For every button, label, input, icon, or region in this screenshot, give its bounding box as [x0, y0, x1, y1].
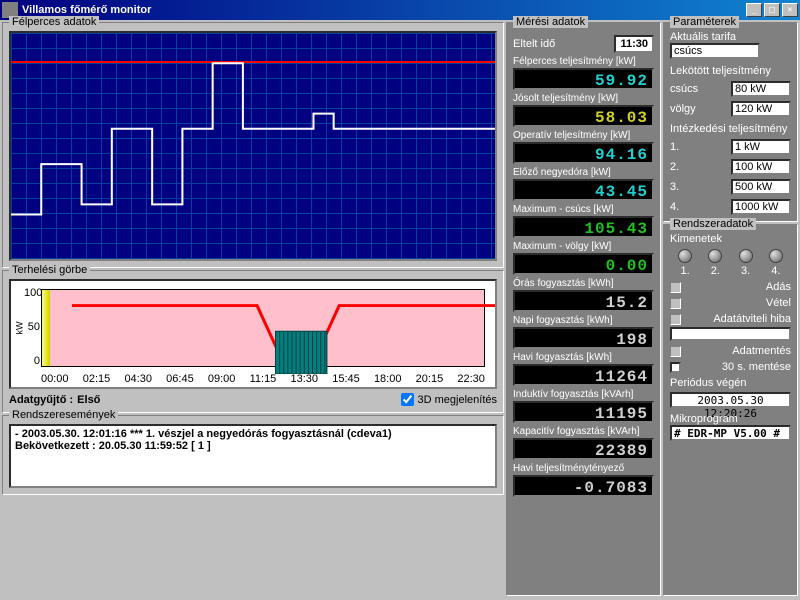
save30-checkbox[interactable] [670, 362, 681, 373]
microprogram-field: # EDR-MP V5.00 # [670, 425, 791, 441]
collector-label: Adatgyűjtő : [9, 394, 73, 406]
level3-field[interactable] [731, 179, 791, 195]
event-line: Bekövetkezett : 20.05.30 11:59:52 [ 1 ] [15, 440, 491, 452]
measure-label: Előző negyedóra [kW] [513, 167, 654, 178]
action-label: Intézkedési teljesítmény [670, 123, 791, 135]
measure-value: 43.45 [513, 179, 654, 201]
measure-label: Havi teljesítménytényező [513, 463, 654, 474]
tariff-field[interactable] [670, 43, 760, 59]
measure-label: Órás fogyasztás [kWh] [513, 278, 654, 289]
loadcurve-legend: Terhelési görbe [9, 264, 90, 276]
volgy-field[interactable] [731, 101, 791, 117]
led-2 [708, 249, 722, 263]
measure-legend: Mérési adatok [513, 16, 588, 28]
measure-label: Kapacitív fogyasztás [kVArh] [513, 426, 654, 437]
measure-value: -0.7083 [513, 475, 654, 497]
measure-value: 22389 [513, 438, 654, 460]
led-1 [678, 249, 692, 263]
microprogram-label: Mikroprogram [670, 413, 791, 425]
level1-field[interactable] [731, 139, 791, 155]
halfmin-legend: Félperces adatok [9, 16, 99, 28]
collector-value: Első [77, 394, 100, 406]
measure-value: 94.16 [513, 142, 654, 164]
window-title: Villamos főmérő monitor [22, 4, 746, 16]
contracted-label: Lekötött teljesítmény [670, 65, 791, 77]
measure-value: 15.2 [513, 290, 654, 312]
measure-value: 11195 [513, 401, 654, 423]
transfer-err-indicator [670, 314, 681, 325]
level4-field[interactable] [731, 199, 791, 215]
datetime-field: 2003.05.30 12:20:26 [670, 392, 791, 408]
csucs-label: csúcs [670, 83, 698, 95]
close-button[interactable]: ✕ [782, 3, 798, 17]
save-indicator [670, 346, 681, 357]
maximize-button[interactable]: □ [764, 3, 780, 17]
adas-indicator [670, 282, 681, 293]
measure-value: 105.43 [513, 216, 654, 238]
sysdata-group: Rendszeradatok Kimenetek 1. 2. 3. 4. Adá… [663, 224, 798, 596]
y-axis-label: kW [15, 322, 25, 335]
measure-label: Jósolt teljesítmény [kW] [513, 93, 654, 104]
loadcurve-group: Terhelési görbe kW 100500 [2, 270, 504, 413]
elapsed-value: 11:30 [614, 35, 654, 53]
measure-label: Maximum - csúcs [kW] [513, 204, 654, 215]
events-group: Rendszeresemények - 2003.05.30. 12:01:16… [2, 415, 504, 495]
outputs-label: Kimenetek [670, 233, 791, 245]
params-legend: Paraméterek [670, 16, 739, 28]
measure-label: Havi fogyasztás [kWh] [513, 352, 654, 363]
measure-value: 58.03 [513, 105, 654, 127]
params-group: Paraméterek Aktuális tarifa Lekötött tel… [663, 22, 798, 222]
measure-group: Mérési adatok Eltelt idő 11:30 Félperces… [506, 22, 661, 596]
sysdata-legend: Rendszeradatok [670, 218, 756, 230]
measure-value: 59.92 [513, 68, 654, 90]
transfer-err-field [670, 327, 791, 341]
3d-checkbox[interactable] [401, 393, 414, 406]
elapsed-label: Eltelt idő [513, 38, 555, 50]
minimize-button[interactable]: _ [746, 3, 762, 17]
level2-field[interactable] [731, 159, 791, 175]
event-line: - 2003.05.30. 12:01:16 *** 1. vészjel a … [15, 428, 491, 440]
vetel-indicator [670, 298, 681, 309]
events-list[interactable]: - 2003.05.30. 12:01:16 *** 1. vészjel a … [9, 424, 497, 488]
3d-label: 3D megjelenítés [418, 394, 498, 406]
period-end-label: Periódus végén [670, 377, 791, 389]
measure-label: Induktív fogyasztás [kVArh] [513, 389, 654, 400]
measure-label: Maximum - völgy [kW] [513, 241, 654, 252]
events-legend: Rendszeresemények [9, 409, 118, 421]
led-3 [739, 249, 753, 263]
halfmin-group: Félperces adatok [2, 22, 504, 268]
tariff-label: Aktuális tarifa [670, 31, 791, 43]
measure-label: Napi fogyasztás [kWh] [513, 315, 654, 326]
measure-value: 198 [513, 327, 654, 349]
csucs-field[interactable] [731, 81, 791, 97]
loadcurve-chart: kW 100500 [9, 279, 497, 389]
volgy-label: völgy [670, 103, 696, 115]
halfmin-chart [9, 31, 497, 261]
led-4 [769, 249, 783, 263]
measure-value: 11264 [513, 364, 654, 386]
measure-value: 0.00 [513, 253, 654, 275]
measure-label: Operatív teljesítmény [kW] [513, 130, 654, 141]
measure-label: Félperces teljesítmény [kW] [513, 56, 654, 67]
